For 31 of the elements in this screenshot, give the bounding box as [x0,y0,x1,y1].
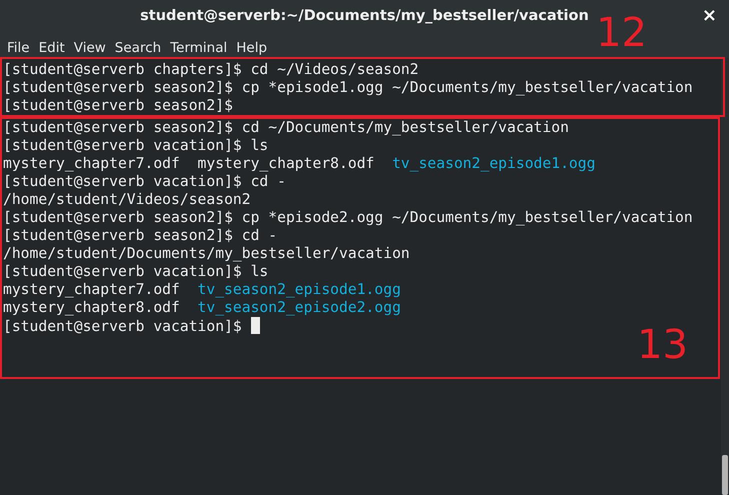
terminal-text: mystery_chapter8.odf [3,299,180,316]
terminal-text: /home/student/Videos/season2 [3,191,251,208]
close-button[interactable]: × [698,4,721,28]
annotation-number: 12 [596,13,647,53]
menu-item[interactable]: Search [114,36,170,56]
terminal-text: [student@serverb vacation]$ ls [3,137,268,154]
terminal-text: [student@serverb season2]$ cp *episode2.ogg ~/Documents/my_bestseller/vacation [3,209,693,226]
media-file-name: tv_season2_episode2.ogg [198,299,401,316]
window-title: student@serverb:~/Documents/my_bestseller/vacation [140,7,589,26]
terminal-text: [student@serverb vacation]$ [3,318,242,335]
terminal-text: [student@serverb season2]$ cp *episode1.ogg ~/Documents/my_bestseller/vacation [3,79,693,96]
menu-item[interactable]: Help [236,36,276,56]
menu-item[interactable]: Terminal [170,36,236,56]
terminal-text: mystery_chapter7.odf [3,281,180,298]
media-file-name: tv_season2_episode1.ogg [392,155,596,172]
menu-item[interactable]: File [7,36,39,56]
terminal-text: [student@serverb season2]$ cd - [3,227,278,244]
scrollbar[interactable] [721,58,729,495]
terminal-text: [student@serverb vacation]$ ls [3,263,268,280]
terminal-text: mystery_chapter8.odf [198,155,374,172]
menu-item[interactable]: View [74,36,115,56]
terminal-text: /home/student/Documents/my_bestseller/vacation [3,245,410,262]
terminal-text: mystery_chapter7.odf [3,155,180,172]
media-file-name: tv_season2_episode1.ogg [198,281,401,298]
terminal-text: [student@serverb season2]$ [3,97,233,114]
terminal-text: [student@serverb vacation]$ cd - [3,173,286,190]
annotation-number: 13 [637,325,688,365]
terminal-text: [student@serverb chapters]$ cd ~/Videos/season2 [3,61,419,78]
terminal-text: [student@serverb season2]$ cd ~/Documents/my_bestseller/vacation [3,119,569,136]
scroll-thumb[interactable] [722,455,728,495]
menu-item[interactable]: Edit [38,36,74,56]
